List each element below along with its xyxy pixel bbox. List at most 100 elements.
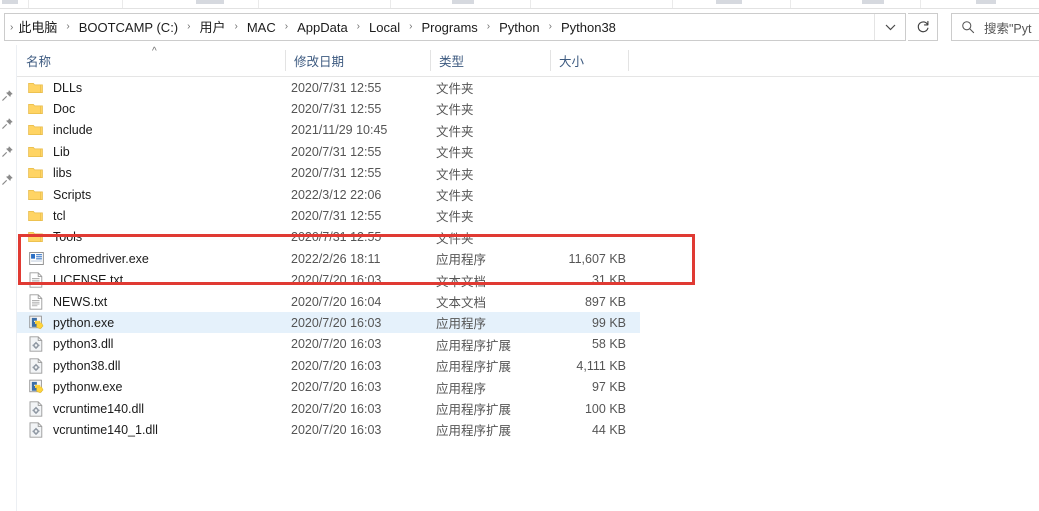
file-name-cell[interactable]: Scripts: [28, 184, 91, 205]
navigation-pane[interactable]: [0, 45, 17, 511]
search-input-placeholder[interactable]: 搜索"Pyt: [984, 18, 1032, 37]
folder-icon: [28, 125, 43, 136]
pin-icon[interactable]: [1, 117, 14, 130]
breadcrumb-separator-icon: ›: [409, 21, 413, 32]
file-row[interactable]: python.exe 2020/7/20 16:03 应用程序 99 KB: [17, 312, 640, 334]
file-row[interactable]: vcruntime140.dll 2020/7/20 16:03 应用程序扩展 100…: [17, 398, 640, 419]
dll-file-icon: [28, 336, 44, 352]
pin-icon[interactable]: [1, 89, 14, 102]
column-divider-date-type[interactable]: [430, 50, 431, 71]
ribbon-button-remnant[interactable]: [452, 0, 474, 4]
ribbon-divider: [530, 0, 531, 8]
file-name-cell[interactable]: Doc: [28, 98, 75, 119]
file-name-cell[interactable]: pythonw.exe: [28, 377, 123, 398]
file-row[interactable]: vcruntime140_1.dll 2020/7/20 16:03 应用程序扩展 4…: [17, 419, 640, 440]
file-name-cell[interactable]: chromedriver.exe: [28, 248, 149, 269]
breadcrumb-item-4[interactable]: AppData: [295, 18, 350, 37]
ribbon-button-remnant[interactable]: [196, 0, 224, 4]
refresh-button[interactable]: [908, 13, 938, 41]
file-name-cell[interactable]: Tools: [28, 227, 82, 248]
python-exe-icon: [29, 379, 44, 394]
search-box[interactable]: 搜索"Pyt: [951, 13, 1039, 41]
pin-icon[interactable]: [1, 145, 14, 158]
file-row[interactable]: Scripts 2022/3/12 22:06 文件夹: [17, 184, 640, 205]
file-row[interactable]: Lib 2020/7/31 12:55 文件夹: [17, 141, 640, 162]
file-list[interactable]: DLLs 2020/7/31 12:55 文件夹 Doc 2020/7/31 12:55…: [17, 77, 1039, 511]
file-date-cell: 2022/3/12 22:06: [291, 187, 382, 202]
file-row[interactable]: include 2021/11/29 10:45 文件夹: [17, 120, 640, 141]
file-row[interactable]: DLLs 2020/7/31 12:55 文件夹: [17, 77, 640, 98]
ribbon-toolbar-strip: [0, 0, 1039, 9]
column-divider-type-size[interactable]: [550, 50, 551, 71]
file-size-cell: [476, 227, 626, 248]
column-header-name-label: 名称: [26, 55, 52, 69]
file-name-cell[interactable]: python38.dll: [28, 355, 120, 376]
file-name-cell[interactable]: LICENSE.txt: [28, 270, 123, 291]
breadcrumb-separator-icon: ›: [548, 21, 552, 32]
file-name-cell[interactable]: vcruntime140.dll: [28, 398, 144, 419]
file-size-cell: [476, 77, 626, 98]
file-name-cell[interactable]: NEWS.txt: [28, 291, 107, 312]
file-row[interactable]: pythonw.exe 2020/7/20 16:03 应用程序 97 KB: [17, 377, 640, 398]
ribbon-button-remnant[interactable]: [716, 0, 742, 4]
breadcrumb-item-1[interactable]: BOOTCAMP (C:): [77, 18, 180, 37]
file-name-cell[interactable]: libs: [28, 163, 72, 184]
file-date-cell: 2020/7/31 12:55: [291, 144, 382, 159]
file-row[interactable]: chromedriver.exe 2022/2/26 18:11 应用程序 11,60…: [17, 248, 640, 269]
breadcrumb-overflow-chevron-icon[interactable]: ›: [7, 22, 16, 33]
file-row[interactable]: Doc 2020/7/31 12:55 文件夹: [17, 98, 640, 119]
file-row[interactable]: NEWS.txt 2020/7/20 16:04 文本文档 897 KB: [17, 291, 640, 312]
file-type-cell: 文件夹: [436, 167, 474, 182]
file-name-cell[interactable]: vcruntime140_1.dll: [28, 419, 158, 440]
file-name-cell[interactable]: Lib: [28, 141, 70, 162]
breadcrumb-item-5[interactable]: Local: [367, 18, 402, 37]
column-header-size[interactable]: 大小: [550, 45, 628, 76]
file-name-cell[interactable]: DLLs: [28, 77, 82, 98]
file-row[interactable]: python38.dll 2020/7/20 16:03 应用程序扩展 4,111 K…: [17, 355, 640, 376]
column-divider-name-date[interactable]: [285, 50, 286, 71]
breadcrumb[interactable]: › 此电脑 › BOOTCAMP (C:) › 用户 › MAC › AppData › Local…: [5, 14, 874, 40]
file-name-cell[interactable]: tcl: [28, 205, 66, 226]
file-size-cell: [476, 120, 626, 141]
folder-icon: [28, 146, 43, 157]
file-name-cell[interactable]: python3.dll: [28, 334, 113, 355]
folder-icon: [28, 165, 44, 181]
address-bar-dropdown-button[interactable]: [874, 14, 905, 40]
text-file-icon: [28, 293, 44, 310]
file-row[interactable]: Tools 2020/7/31 12:55 文件夹: [17, 227, 640, 248]
breadcrumb-item-0[interactable]: 此电脑: [16, 18, 59, 37]
ribbon-button-remnant[interactable]: [862, 0, 884, 4]
folder-icon: [28, 210, 43, 221]
file-name-label: vcruntime140.dll: [53, 401, 145, 416]
column-header-date-modified[interactable]: 修改日期: [285, 45, 430, 76]
file-date-cell: 2020/7/20 16:03: [291, 315, 382, 330]
breadcrumb-item-3[interactable]: MAC: [245, 18, 278, 37]
file-date-cell: 2021/11/29 10:45: [291, 123, 388, 138]
file-date-cell: 2020/7/20 16:03: [291, 401, 382, 416]
file-size-cell: [476, 163, 626, 184]
breadcrumb-item-6[interactable]: Programs: [419, 18, 479, 37]
file-size-cell: 97 KB: [591, 380, 626, 395]
file-row[interactable]: libs 2020/7/31 12:55 文件夹: [17, 163, 640, 184]
breadcrumb-item-2[interactable]: 用户: [197, 18, 227, 37]
dll-file-icon: [28, 400, 44, 417]
ribbon-button-remnant[interactable]: [2, 0, 18, 4]
column-divider-size-end[interactable]: [628, 50, 629, 71]
breadcrumb-separator-icon: ›: [187, 21, 191, 32]
file-name-cell[interactable]: python.exe: [28, 312, 114, 333]
breadcrumb-item-7[interactable]: Python: [497, 18, 541, 37]
file-name-label: python3.dll: [53, 337, 114, 352]
file-row[interactable]: python3.dll 2020/7/20 16:03 应用程序扩展 58 KB: [17, 334, 640, 355]
file-row[interactable]: tcl 2020/7/31 12:55 文件夹: [17, 205, 640, 226]
file-row[interactable]: LICENSE.txt 2020/7/20 16:03 文本文档 31 KB: [17, 270, 640, 291]
breadcrumb-item-8[interactable]: Python38: [559, 18, 618, 37]
pin-icon[interactable]: [1, 173, 14, 186]
chevron-down-icon: [885, 24, 895, 30]
address-bar[interactable]: › 此电脑 › BOOTCAMP (C:) › 用户 › MAC › AppData › Local…: [4, 13, 906, 41]
ribbon-divider: [672, 0, 673, 8]
file-name-cell[interactable]: include: [28, 120, 93, 141]
file-name-label: python.exe: [53, 315, 115, 330]
ribbon-button-remnant[interactable]: [976, 0, 996, 4]
column-header-type[interactable]: 类型: [430, 45, 550, 76]
column-header-name[interactable]: 名称: [17, 45, 285, 76]
